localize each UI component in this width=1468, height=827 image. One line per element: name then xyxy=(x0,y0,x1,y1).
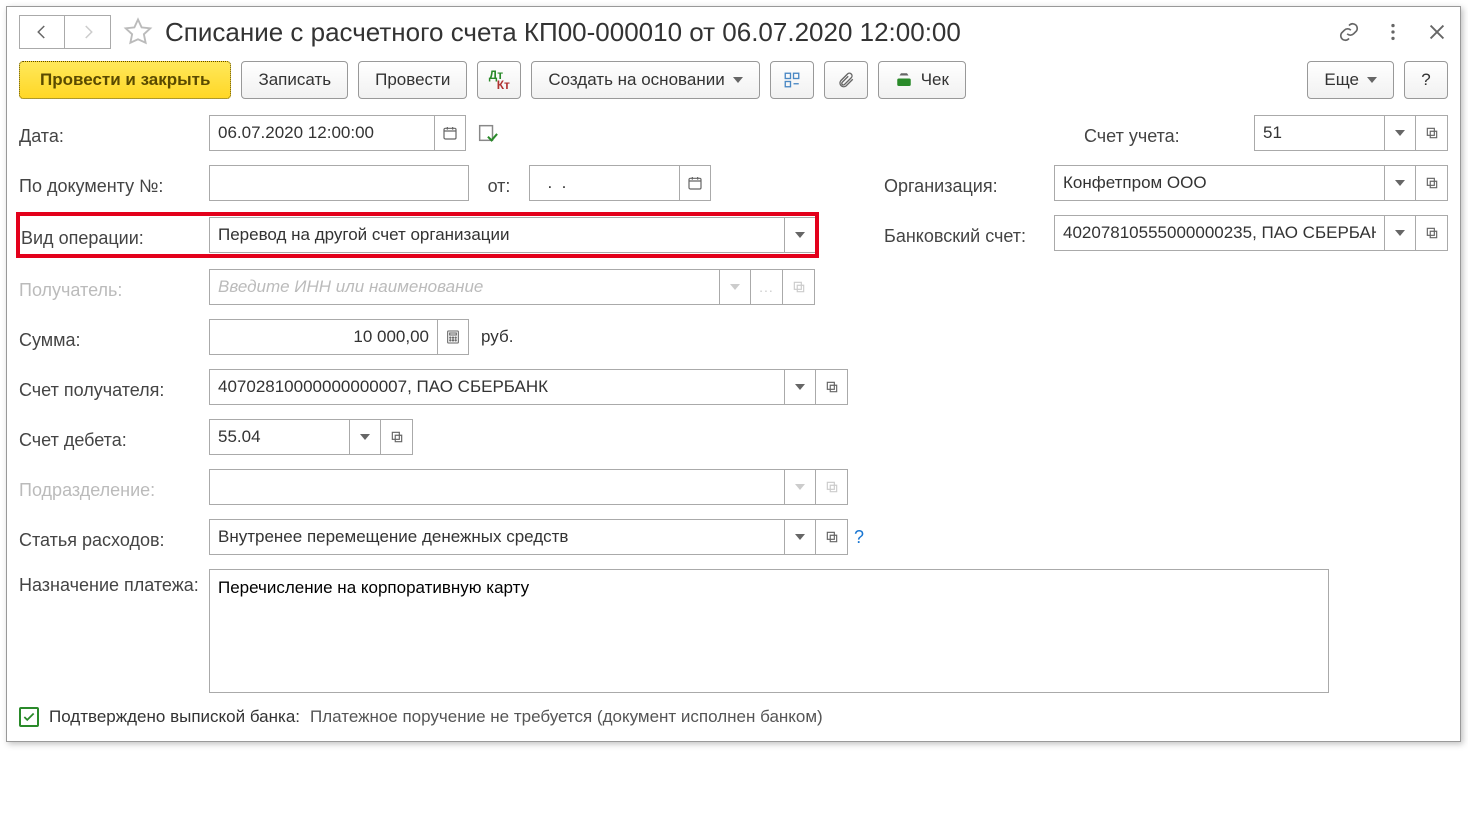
doc-no-label: По документу №: xyxy=(19,170,209,197)
dt-kt-button[interactable]: ДтКт xyxy=(477,61,521,99)
organization-label: Организация: xyxy=(884,170,1054,197)
bank-account-label: Банковский счет: xyxy=(884,220,1054,247)
bank-account-input[interactable] xyxy=(1054,215,1384,251)
op-type-label: Вид операции: xyxy=(21,222,209,249)
expense-item-dropdown[interactable] xyxy=(784,519,816,555)
doc-no-input[interactable] xyxy=(209,165,469,201)
from-date-input[interactable] xyxy=(529,165,679,201)
account-dropdown[interactable] xyxy=(1384,115,1416,151)
organization-open[interactable] xyxy=(1416,165,1448,201)
more-button[interactable]: Еще xyxy=(1307,61,1394,99)
account-label: Счет учета: xyxy=(1084,120,1254,147)
expense-item-open[interactable] xyxy=(816,519,848,555)
structure-button[interactable] xyxy=(770,61,814,99)
help-button[interactable]: ? xyxy=(1404,61,1448,99)
debit-account-input[interactable] xyxy=(209,419,349,455)
link-icon[interactable] xyxy=(1338,21,1360,43)
nav-back-button[interactable] xyxy=(19,15,65,49)
receipt-button[interactable]: Чек xyxy=(878,61,966,99)
expense-item-label: Статья расходов: xyxy=(19,524,209,551)
from-calendar-button[interactable] xyxy=(679,165,711,201)
attachment-button[interactable] xyxy=(824,61,868,99)
department-dropdown xyxy=(784,469,816,505)
create-based-label: Создать на основании xyxy=(548,70,724,90)
calendar-button[interactable] xyxy=(434,115,466,151)
recipient-account-input[interactable] xyxy=(209,369,784,405)
debit-account-open[interactable] xyxy=(381,419,413,455)
recipient-label: Получатель: xyxy=(19,274,209,301)
confirmed-label: Подтверждено выпиской банка: xyxy=(49,707,300,727)
expense-item-input[interactable] xyxy=(209,519,784,555)
currency-label: руб. xyxy=(481,327,513,347)
document-flag-icon[interactable] xyxy=(476,122,498,144)
amount-label: Сумма: xyxy=(19,324,209,351)
organization-input[interactable] xyxy=(1054,165,1384,201)
purpose-label: Назначение платежа: xyxy=(19,569,209,596)
department-open xyxy=(816,469,848,505)
chevron-down-icon xyxy=(1367,77,1377,83)
department-input xyxy=(209,469,784,505)
recipient-account-open[interactable] xyxy=(816,369,848,405)
bank-account-open[interactable] xyxy=(1416,215,1448,251)
close-icon[interactable] xyxy=(1426,21,1448,43)
post-and-close-button[interactable]: Провести и закрыть xyxy=(19,61,231,99)
date-label: Дата: xyxy=(19,120,209,147)
expense-help-link[interactable]: ? xyxy=(854,527,864,548)
confirmed-checkbox[interactable] xyxy=(19,707,39,727)
recipient-open xyxy=(783,269,815,305)
recipient-account-dropdown[interactable] xyxy=(784,369,816,405)
calculator-button[interactable] xyxy=(437,319,469,355)
account-input[interactable] xyxy=(1254,115,1384,151)
date-input[interactable] xyxy=(209,115,434,151)
account-open[interactable] xyxy=(1416,115,1448,151)
save-button[interactable]: Записать xyxy=(241,61,348,99)
chevron-down-icon xyxy=(733,77,743,83)
purpose-textarea[interactable] xyxy=(209,569,1329,693)
page-title: Списание с расчетного счета КП00-000010 … xyxy=(165,17,1326,48)
recipient-account-label: Счет получателя: xyxy=(19,374,209,401)
op-type-dropdown[interactable] xyxy=(784,217,816,253)
recipient-choose: ... xyxy=(751,269,783,305)
debit-account-dropdown[interactable] xyxy=(349,419,381,455)
footer-note: Платежное поручение не требуется (докуме… xyxy=(310,707,823,727)
create-based-on-button[interactable]: Создать на основании xyxy=(531,61,759,99)
recipient-input xyxy=(209,269,719,305)
nav-forward-button[interactable] xyxy=(65,15,111,49)
favorite-icon[interactable] xyxy=(123,17,153,47)
bank-account-dropdown[interactable] xyxy=(1384,215,1416,251)
amount-input[interactable] xyxy=(209,319,437,355)
receipt-label: Чек xyxy=(921,70,949,90)
more-label: Еще xyxy=(1324,70,1359,90)
from-label: от: xyxy=(469,170,529,197)
organization-dropdown[interactable] xyxy=(1384,165,1416,201)
post-button[interactable]: Провести xyxy=(358,61,467,99)
more-vertical-icon[interactable] xyxy=(1382,21,1404,43)
op-type-input[interactable] xyxy=(209,217,784,253)
department-label: Подразделение: xyxy=(19,474,209,501)
debit-account-label: Счет дебета: xyxy=(19,424,209,451)
recipient-dropdown xyxy=(719,269,751,305)
